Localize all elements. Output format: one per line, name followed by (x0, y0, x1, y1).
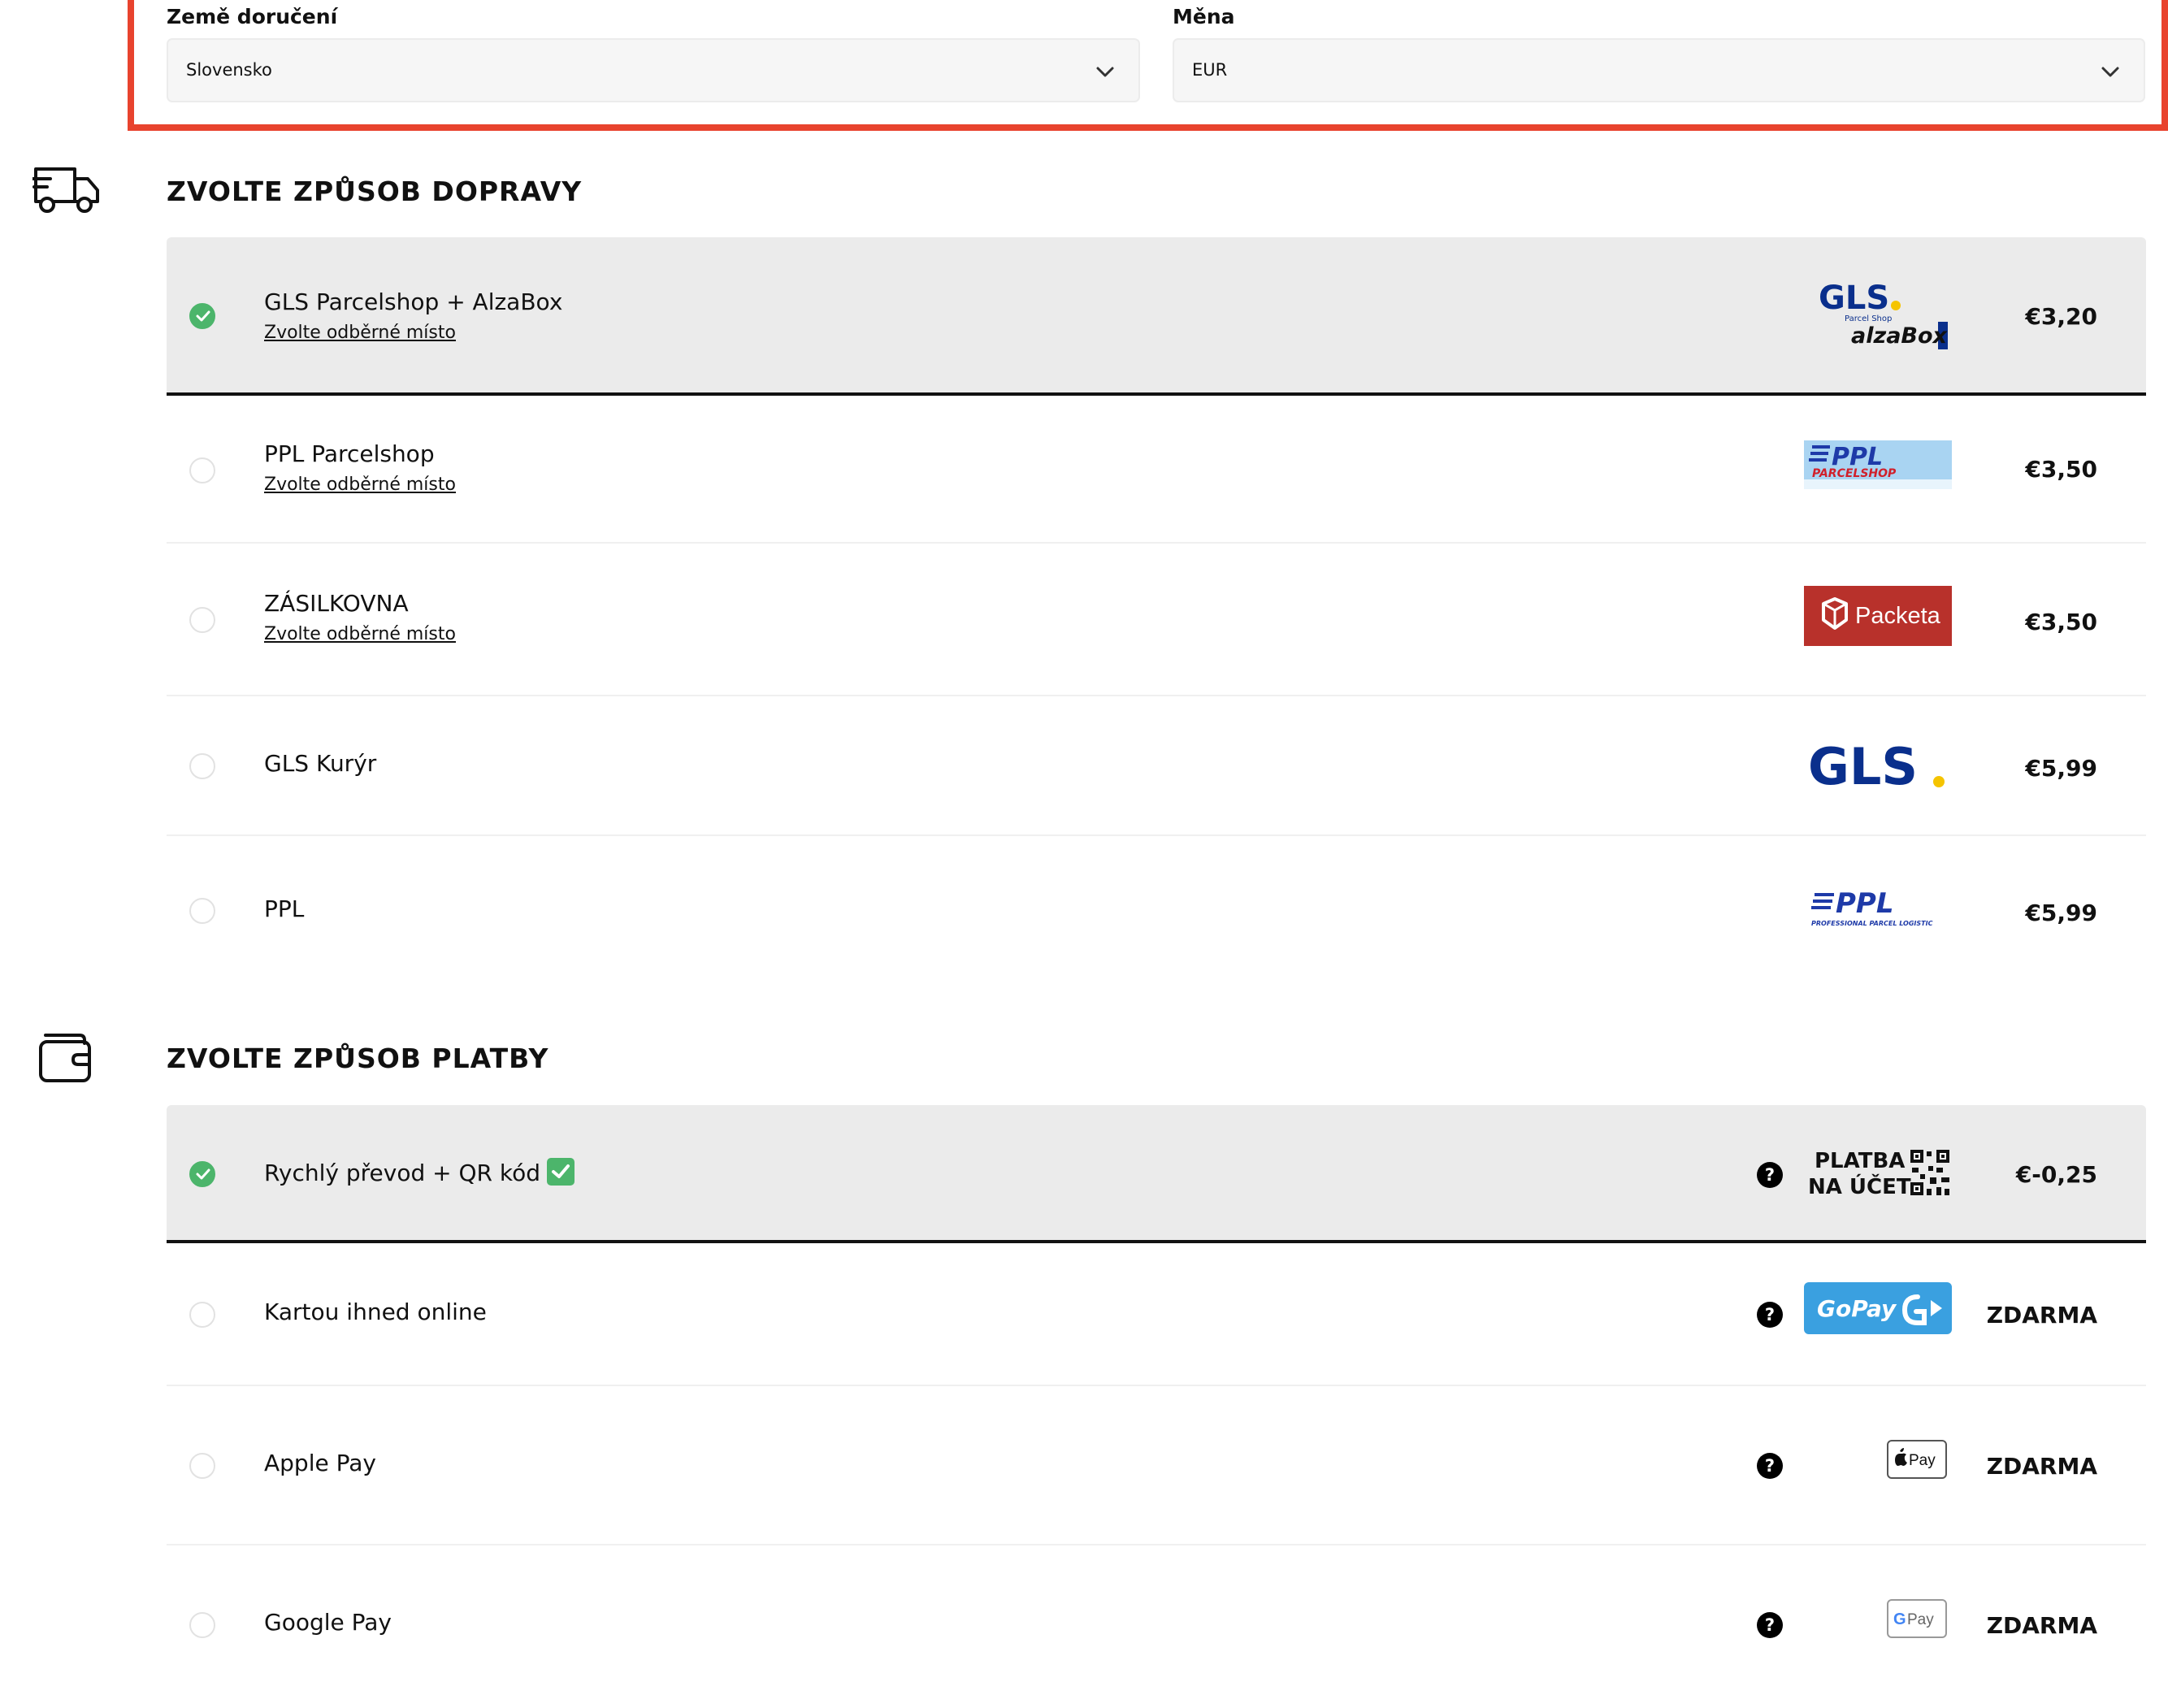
apple-pay-logo-text: Pay (1909, 1452, 1936, 1469)
radio-checked[interactable] (189, 1161, 215, 1187)
truck-icon (33, 167, 99, 213)
country-label: Země doručení (167, 5, 338, 28)
currency-select[interactable]: EUR (1173, 38, 2145, 102)
packeta-logo: Packeta (1804, 586, 1952, 646)
help-icon[interactable]: ? (1757, 1162, 1783, 1188)
qr-code-icon (1910, 1150, 1949, 1195)
option-name: Apple Pay (264, 1450, 376, 1476)
payment-option-google-pay[interactable]: Google Pay ? G Pay ZDARMA (167, 1545, 2146, 1700)
bank-transfer-logo: PLATBA NA ÚČET (1808, 1149, 1949, 1199)
shipping-option-gls-kuryr[interactable]: GLS Kurýr GLS €5,99 (167, 696, 2146, 836)
shipping-section-title: ZVOLTE ZPŮSOB DOPRAVY (167, 176, 583, 207)
check-icon (196, 1168, 210, 1180)
option-price: €3,50 (2025, 609, 2097, 635)
wallet-icon (39, 1034, 91, 1082)
currency-label: Měna (1173, 5, 1235, 28)
radio-unchecked[interactable] (189, 1453, 215, 1479)
radio-unchecked[interactable] (189, 1612, 215, 1638)
ppl-parcelshop-logo: PPL PARCELSHOP (1804, 440, 1952, 489)
radio-unchecked[interactable] (189, 898, 215, 924)
apple-pay-logo: Pay (1887, 1440, 1947, 1479)
check-icon (196, 310, 210, 322)
help-icon[interactable]: ? (1757, 1302, 1783, 1328)
chevron-down-icon (1096, 67, 1114, 77)
radio-unchecked[interactable] (189, 753, 215, 779)
ppl-logo-text: PPL (1836, 887, 1894, 920)
google-pay-logo: G Pay (1887, 1599, 1947, 1638)
country-select[interactable]: Slovensko (167, 38, 1140, 102)
gls-alzabox-logo: GLS Parcel Shop alzaBox (1819, 280, 1949, 349)
gls-logo: GLS (1808, 737, 1945, 796)
help-icon[interactable]: ? (1757, 1453, 1783, 1479)
ppl-sub-text: PARCELSHOP (1812, 467, 1897, 480)
option-price: ZDARMA (1986, 1453, 2097, 1480)
option-name: GLS Parcelshop + AlzaBox (264, 288, 563, 315)
google-g-icon: G (1893, 1610, 1906, 1628)
option-price: ZDARMA (1986, 1302, 2097, 1329)
ppl-sub-text: PROFESSIONAL PARCEL LOGISTIC (1811, 920, 1933, 927)
payment-option-quick-transfer-qr[interactable]: Rychlý převod + QR kód ? PLATBA NA ÚČET … (167, 1105, 2146, 1243)
shipping-option-ppl[interactable]: PPL PPL PROFESSIONAL PARCEL LOGISTIC €5,… (167, 836, 2146, 982)
google-pay-logo-text: Pay (1907, 1611, 1934, 1628)
option-name: Kartou ihned online (264, 1298, 487, 1325)
option-name: PPL (264, 895, 305, 922)
gls-logo-text: GLS (1808, 737, 1918, 796)
option-price: €3,20 (2025, 303, 2097, 330)
option-name: Rychlý převod + QR kód (264, 1158, 575, 1186)
currency-value: EUR (1192, 60, 1228, 80)
packeta-logo-text: Packeta (1855, 603, 1941, 629)
shipping-option-gls-parcelshop-alzabox[interactable]: GLS Parcelshop + AlzaBox Zvolte odběrné … (167, 237, 2146, 396)
option-name: Google Pay (264, 1609, 392, 1636)
radio-checked[interactable] (189, 303, 215, 329)
radio-unchecked[interactable] (189, 607, 215, 633)
option-price: €5,99 (2025, 900, 2097, 926)
option-name: GLS Kurýr (264, 750, 377, 777)
payment-option-apple-pay[interactable]: Apple Pay ? Pay ZDARMA (167, 1386, 2146, 1545)
bank-transfer-line1: PLATBA (1815, 1149, 1905, 1173)
help-icon[interactable]: ? (1757, 1612, 1783, 1638)
option-price: €5,99 (2025, 755, 2097, 782)
chevron-down-icon (2101, 67, 2119, 77)
ppl-logo: PPL PROFESSIONAL PARCEL LOGISTIC (1811, 887, 1933, 927)
choose-pickup-point-link[interactable]: Zvolte odběrné místo (264, 323, 456, 343)
shipping-option-zasilkovna[interactable]: ZÁSILKOVNA Zvolte odběrné místo Packeta … (167, 544, 2146, 696)
option-name: ZÁSILKOVNA (264, 590, 409, 617)
gopay-logo-text: GoPay (1817, 1295, 1897, 1322)
gls-sub-text: Parcel Shop (1845, 314, 1892, 323)
option-name: PPL Parcelshop (264, 440, 435, 467)
country-value: Slovensko (186, 60, 272, 80)
bank-transfer-line2: NA ÚČET (1808, 1173, 1911, 1199)
payment-section-title: ZVOLTE ZPŮSOB PLATBY (167, 1043, 549, 1074)
alzabox-logo-text: alzaBox (1851, 323, 1949, 349)
gls-logo-text: GLS (1819, 280, 1889, 317)
option-name-text: Rychlý převod + QR kód (264, 1160, 541, 1186)
payment-option-card-online[interactable]: Kartou ihned online ? GoPay ZDARMA (167, 1243, 2146, 1386)
choose-pickup-point-link[interactable]: Zvolte odběrné místo (264, 624, 456, 644)
shipping-option-ppl-parcelshop[interactable]: PPL Parcelshop Zvolte odběrné místo PPL … (167, 396, 2146, 544)
radio-unchecked[interactable] (189, 457, 215, 483)
option-price: €3,50 (2025, 456, 2097, 483)
radio-unchecked[interactable] (189, 1302, 215, 1328)
check-mark-emoji-icon (547, 1158, 575, 1186)
option-price: €-0,25 (2015, 1161, 2097, 1188)
gopay-logo: GoPay (1804, 1282, 1952, 1334)
choose-pickup-point-link[interactable]: Zvolte odběrné místo (264, 475, 456, 495)
option-price: ZDARMA (1986, 1612, 2097, 1639)
